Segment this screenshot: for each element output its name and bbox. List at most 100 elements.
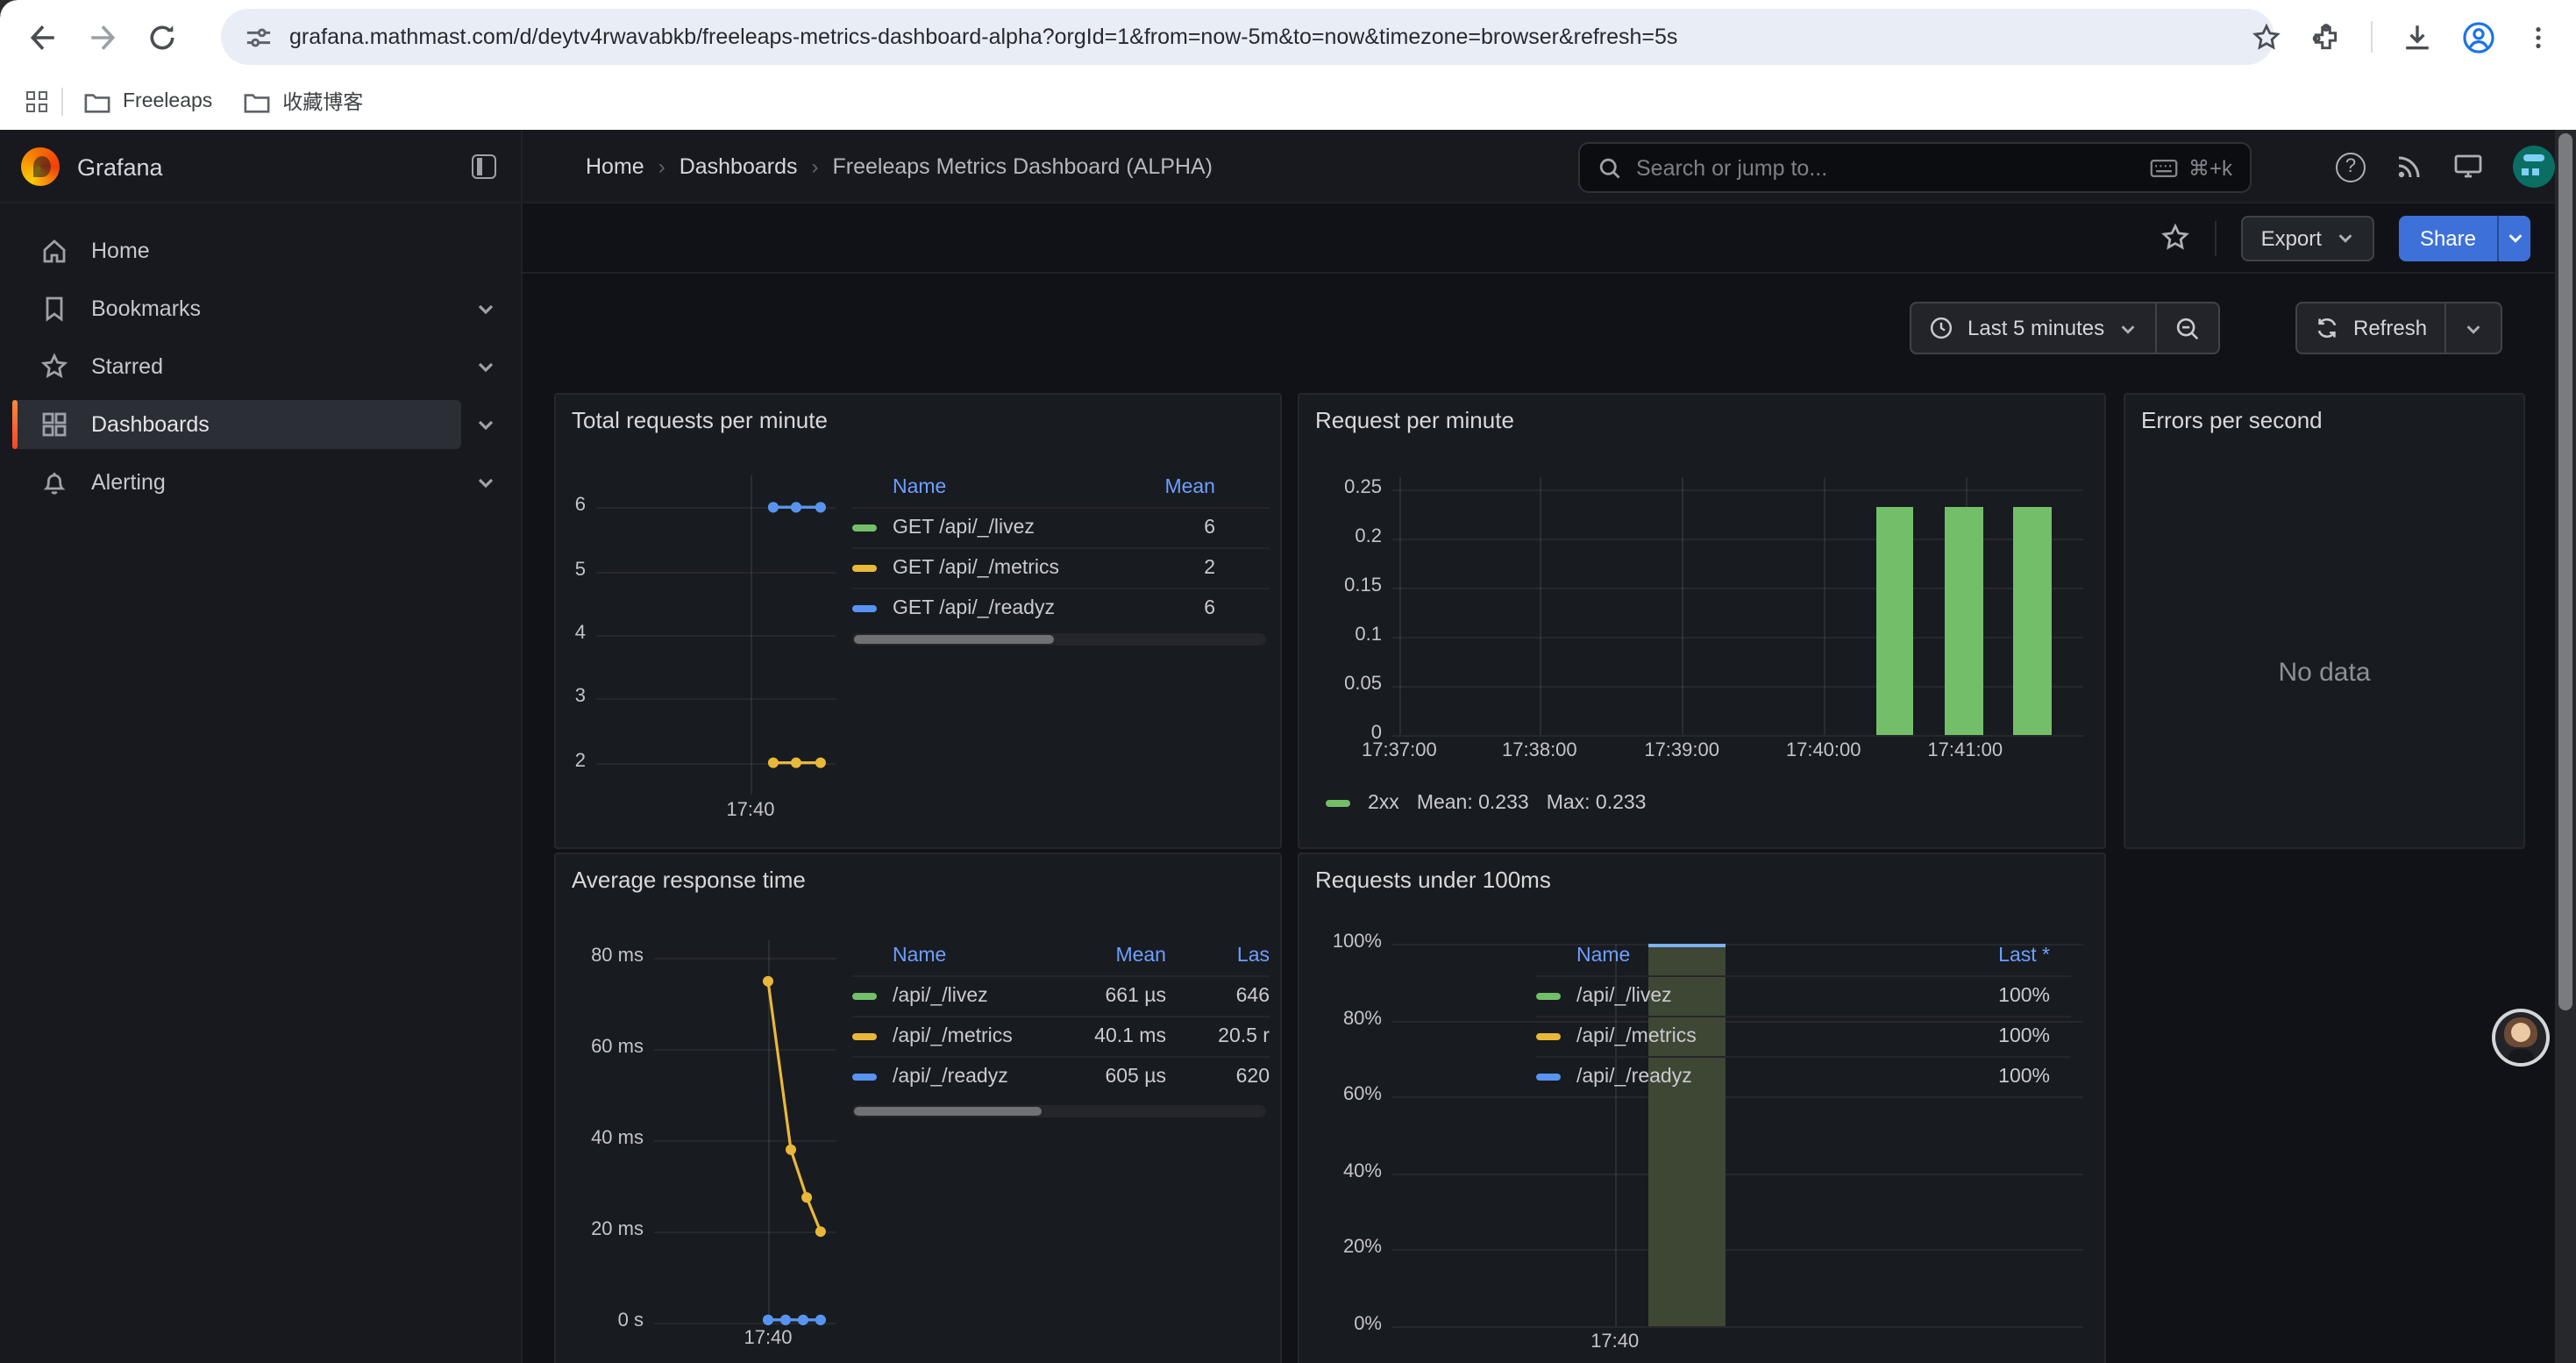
avatar-image — [2495, 1012, 2546, 1063]
sidebar-item-bookmarks[interactable]: Bookmarks — [0, 281, 521, 337]
panel-average-response-time: Average response time 0 s20 ms40 ms60 ms… — [554, 853, 1282, 1363]
toolbar-divider — [2371, 21, 2373, 53]
forward-button[interactable] — [84, 19, 119, 54]
requests-under-100ms-chart: 0%20%40%60%80%100% 17:40 — [1299, 854, 2104, 1363]
monitor-kiosk-icon[interactable] — [2453, 153, 2483, 181]
extensions-icon[interactable] — [2311, 22, 2341, 52]
sidebar-item-alerting[interactable]: Alerting — [0, 454, 521, 510]
legend-row[interactable]: /api/_/livez661 µs646 — [852, 975, 1270, 1016]
news-rss-icon[interactable] — [2395, 153, 2423, 181]
legend-table: NameMean GET /api/_/livez6 GET /api/_/me… — [852, 468, 1270, 628]
bookmark-folder-label: Freeleaps — [123, 91, 212, 112]
reload-button[interactable] — [144, 19, 179, 54]
chevron-down-icon — [2336, 228, 2355, 247]
series-color-pill — [1536, 1074, 1561, 1081]
series-color-pill — [852, 605, 877, 612]
panel-request-per-minute: Request per minute 00.050.10.150.20.25 1… — [1298, 393, 2106, 849]
share-button[interactable]: Share — [2399, 215, 2497, 260]
home-icon — [40, 237, 68, 265]
sidebar-item-dashboards[interactable]: Dashboards — [0, 396, 521, 453]
bookmark-page-icon[interactable] — [2252, 22, 2281, 52]
breadcrumb: Home › Dashboards › Freeleaps Metrics Da… — [586, 130, 1213, 203]
legend-row[interactable]: /api/_/readyz605 µs620 — [852, 1056, 1270, 1096]
legend-header-name[interactable]: Name — [893, 946, 946, 967]
chevron-down-icon[interactable] — [475, 472, 496, 493]
sidebar-collapse-icon[interactable] — [472, 154, 496, 179]
legend-row[interactable]: GET /api/_/metrics2 — [852, 547, 1270, 588]
legend-table: Name Mean Las /api/_/livez661 µs646 /api/_… — [852, 937, 1270, 1096]
scrollbar-thumb[interactable] — [2558, 133, 2572, 1010]
legend-scrollbar[interactable] — [852, 1105, 1266, 1117]
zoom-out-button[interactable] — [2155, 303, 2218, 353]
search-icon — [1598, 155, 1622, 180]
legend-header-mean[interactable]: Mean — [1110, 477, 1215, 498]
clock-icon — [1929, 316, 1953, 340]
chevron-down-icon — [2464, 318, 2483, 338]
sidebar-item-home[interactable]: Home — [0, 223, 521, 279]
profile-icon[interactable] — [2462, 20, 2495, 54]
url-bar[interactable]: grafana.mathmast.com/d/deytv4rwavabkb/fr… — [221, 9, 2274, 65]
legend-table: NameLast * /api/_/livez100% /api/_/metri… — [1536, 937, 2071, 1096]
page-scrollbar[interactable] — [2555, 130, 2576, 1363]
legend-mean: Mean: 0.233 — [1417, 793, 1529, 814]
legend-inline: 2xx Mean: 0.233 Max: 0.233 — [1326, 793, 1647, 814]
chevron-down-icon — [2505, 228, 2524, 247]
dashboards-grid-icon — [40, 410, 68, 439]
bookmark-folder-label: 收藏博客 — [282, 88, 363, 116]
apps-grid-icon[interactable] — [26, 91, 47, 112]
legend-header-last[interactable]: Las — [1180, 946, 1270, 967]
bookmarks-bar: Freeleaps 收藏博客 — [0, 74, 2576, 130]
back-button[interactable] — [25, 19, 60, 54]
legend-header-name[interactable]: Name — [893, 477, 1110, 498]
export-button[interactable]: Export — [2242, 215, 2374, 260]
grafana-header: Grafana Home › Dashboards › Freeleaps Me… — [0, 130, 2576, 203]
legend-scrollbar[interactable] — [852, 633, 1266, 646]
refresh-interval-button[interactable] — [2444, 303, 2501, 353]
refresh-group: Refresh — [2295, 302, 2502, 354]
downloads-icon[interactable] — [2402, 22, 2432, 52]
bookmarks-divider — [61, 88, 63, 116]
search-input[interactable] — [1636, 155, 2150, 180]
legend-row[interactable]: /api/_/livez100% — [1536, 975, 2071, 1016]
legend-series-name[interactable]: 2xx — [1368, 793, 1399, 814]
chevron-down-icon[interactable] — [475, 356, 496, 377]
panel-title[interactable]: Errors per second — [2141, 407, 2323, 433]
sidebar-item-starred[interactable]: Starred — [0, 339, 521, 395]
legend-row[interactable]: GET /api/_/readyz6 — [852, 588, 1270, 628]
help-icon[interactable]: ? — [2336, 152, 2366, 182]
browser-menu-icon[interactable] — [2525, 24, 2551, 50]
breadcrumb-dashboards[interactable]: Dashboards — [680, 154, 798, 179]
series-color-pill — [852, 565, 877, 572]
floating-avatar[interactable] — [2492, 1009, 2550, 1067]
time-range-button[interactable]: Last 5 minutes — [1911, 303, 2155, 353]
grafana-brand: Grafana — [77, 153, 163, 180]
series-color-pill — [1326, 800, 1350, 807]
series-color-pill — [1536, 993, 1561, 1000]
search-shortcut: ⌘+k — [2150, 155, 2232, 180]
grafana-logo[interactable] — [21, 147, 60, 186]
refresh-button[interactable]: Refresh — [2297, 303, 2444, 353]
breadcrumb-home[interactable]: Home — [586, 154, 644, 179]
share-menu-button[interactable] — [2497, 215, 2530, 260]
search-box[interactable]: ⌘+k — [1578, 142, 2252, 193]
legend-header-last[interactable]: Last * — [1927, 946, 2050, 967]
legend-header-name[interactable]: Name — [1576, 946, 1927, 967]
legend-header-mean[interactable]: Mean — [1036, 946, 1166, 967]
panel-errors-per-second: Errors per second No data — [2124, 393, 2525, 849]
sidebar: Home Bookmarks Starred Dashboards Alerti… — [0, 203, 523, 1363]
user-avatar[interactable] — [2513, 146, 2555, 188]
breadcrumb-separator: › — [812, 154, 819, 179]
legend-row[interactable]: /api/_/metrics100% — [1536, 1016, 2071, 1056]
bookmark-folder-blogs[interactable]: 收藏博客 — [244, 88, 363, 116]
request-per-minute-chart: 00.050.10.150.20.25 17:37:0017:38:0017:3… — [1299, 395, 2104, 847]
legend-row[interactable]: /api/_/readyz100% — [1536, 1056, 2071, 1096]
chevron-down-icon[interactable] — [475, 298, 496, 319]
star-icon — [40, 353, 68, 381]
legend-row[interactable]: /api/_/metrics40.1 ms20.5 r — [852, 1016, 1270, 1056]
site-info-icon[interactable] — [246, 24, 272, 50]
legend-row[interactable]: GET /api/_/livez6 — [852, 507, 1270, 547]
chevron-down-icon[interactable] — [475, 414, 496, 435]
favorite-star-icon[interactable] — [2161, 223, 2191, 253]
bookmark-folder-freeleaps[interactable]: Freeleaps — [84, 90, 212, 113]
screen: grafana.mathmast.com/d/deytv4rwavabkb/fr… — [0, 0, 2576, 1363]
